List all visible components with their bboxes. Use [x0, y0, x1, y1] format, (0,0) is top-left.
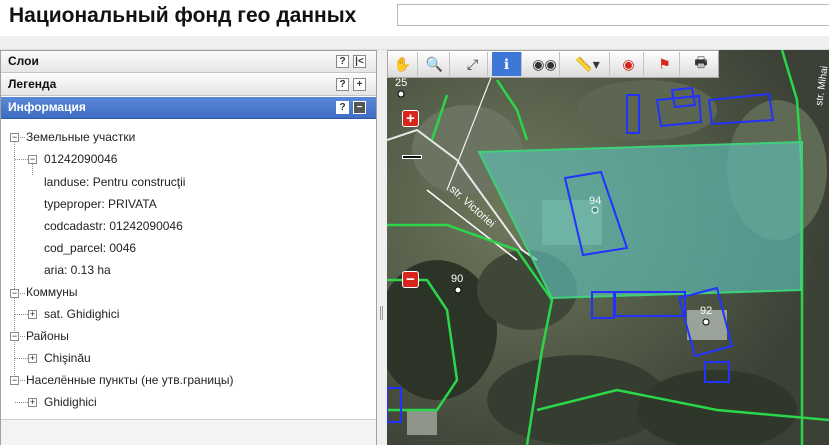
legend-expand-icon[interactable]: + — [353, 78, 366, 91]
tree-connector — [20, 380, 25, 381]
attr-typeproper: typeproper: PRIVATA — [44, 197, 157, 211]
expand-toggle[interactable]: − — [10, 289, 19, 298]
app-header: Национальный фонд гео данных — [0, 0, 829, 36]
legend-help-icon[interactable]: ? — [336, 78, 349, 91]
zoom-slider-handle[interactable] — [402, 155, 422, 159]
house-point — [702, 318, 710, 326]
info-icon[interactable]: ℹ — [492, 52, 522, 76]
expand-toggle[interactable]: + — [28, 354, 37, 363]
expand-toggle[interactable]: + — [28, 398, 37, 407]
tree-districts[interactable]: Районы — [26, 329, 69, 343]
layers-label: Слои — [8, 54, 39, 68]
house-point — [591, 206, 599, 214]
tree-connector — [20, 137, 25, 138]
search-input[interactable] — [397, 4, 829, 26]
panel-footer — [1, 419, 376, 445]
target-icon[interactable]: ◉ — [614, 52, 644, 76]
zoom-box-icon[interactable]: 🔍 — [420, 52, 450, 76]
house-point — [397, 90, 405, 98]
info-label: Информация — [8, 100, 86, 114]
pan-icon[interactable]: ✋ — [388, 52, 418, 76]
layers-header[interactable]: Слои ? |< — [1, 51, 376, 73]
attr-cod-parcel: cod_parcel: 0046 — [44, 241, 137, 255]
tree-connector — [20, 336, 25, 337]
full-extent-icon[interactable]: ⤢ — [458, 52, 488, 76]
tree-connector — [20, 293, 25, 294]
panel-splitter[interactable] — [377, 50, 387, 445]
tree-localities[interactable]: Населённые пункты (не утв.границы) — [26, 373, 234, 387]
header-separator — [0, 36, 829, 50]
map-canvas[interactable]: 25 90 94 92 str. Victoriei str. Mihai — [387, 50, 829, 445]
tree-land-parcels[interactable]: Земельные участки — [26, 130, 135, 144]
house-point — [454, 286, 462, 294]
tree-locality-item[interactable]: Ghidighici — [44, 395, 97, 409]
attr-aria: aria: 0.13 ha — [44, 263, 111, 277]
tree-district-item[interactable]: Chişinău — [44, 351, 91, 365]
expand-toggle[interactable]: + — [28, 310, 37, 319]
house-number-label: 25 — [395, 77, 407, 89]
print-icon[interactable]: 🖶 — [686, 52, 716, 76]
expand-toggle[interactable]: − — [10, 133, 19, 142]
tree-connector — [15, 402, 28, 403]
map-toolbar: ✋ 🔍 ⤢ ℹ ◉◉ 📏▾ ◉ ⚑ 🖶 — [387, 50, 719, 78]
expand-toggle[interactable]: − — [10, 376, 19, 385]
info-help-icon[interactable]: ? — [336, 101, 349, 114]
expand-toggle[interactable]: − — [28, 155, 37, 164]
side-panel: Слои ? |< Легенда ? + Информация ? − − З… — [0, 50, 377, 445]
layers-help-icon[interactable]: ? — [336, 55, 349, 68]
info-tree: − Земельные участки − 01242090046 landus… — [1, 121, 376, 421]
tree-commune-item[interactable]: sat. Ghidighici — [44, 307, 119, 321]
house-number-label: 94 — [589, 195, 601, 207]
splitter-grip[interactable] — [380, 306, 383, 320]
attr-landuse: landuse: Pentru construcţii — [44, 175, 186, 189]
zoom-out-button[interactable]: − — [402, 271, 419, 288]
legend-header[interactable]: Легенда ? + — [1, 74, 376, 96]
zoom-in-button[interactable]: + — [402, 110, 419, 127]
tree-communes[interactable]: Коммуны — [26, 285, 78, 299]
tree-connector — [15, 314, 28, 315]
roof — [407, 410, 437, 435]
tree-connector — [15, 159, 28, 160]
expand-toggle[interactable]: − — [10, 332, 19, 341]
vegetation — [577, 80, 717, 140]
page-title: Национальный фонд гео данных — [9, 4, 357, 27]
info-collapse-icon[interactable]: − — [353, 101, 366, 114]
house-number-label: 92 — [700, 305, 712, 317]
map-view[interactable]: 25 90 94 92 str. Victoriei str. Mihai + … — [387, 50, 829, 445]
flag-icon[interactable]: ⚑ — [650, 52, 680, 76]
tree-parcel-id[interactable]: 01242090046 — [44, 152, 117, 166]
tree-connector — [15, 358, 28, 359]
measure-icon[interactable]: 📏▾ — [566, 52, 610, 76]
attr-codcadastr: codcadastr: 01242090046 — [44, 219, 183, 233]
binoculars-icon[interactable]: ◉◉ — [530, 52, 560, 76]
info-header[interactable]: Информация ? − — [1, 97, 376, 119]
house-number-label: 90 — [451, 273, 463, 285]
tree-guide — [14, 137, 15, 383]
legend-label: Легенда — [8, 77, 57, 91]
collapse-panel-icon[interactable]: |< — [353, 55, 366, 68]
